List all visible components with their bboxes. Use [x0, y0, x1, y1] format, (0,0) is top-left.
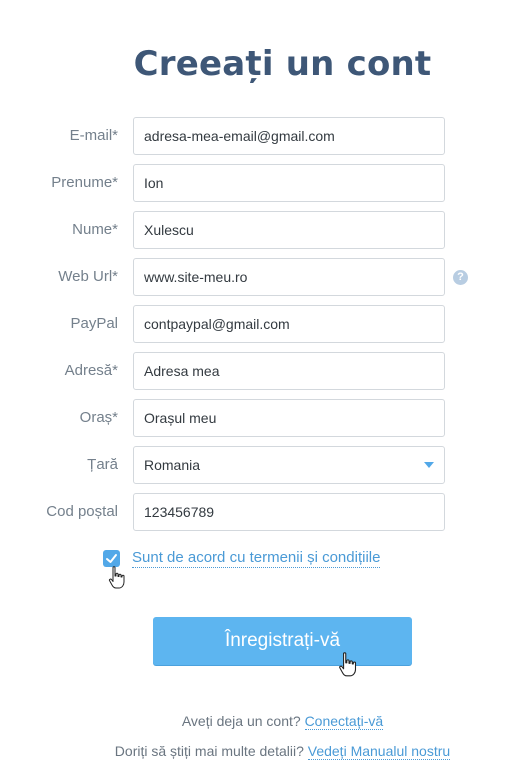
checkmark-icon	[106, 554, 117, 563]
paypal-row: PayPal contpaypal@gmail.com	[0, 305, 521, 343]
question-icon[interactable]: ?	[453, 270, 468, 285]
login-prompt: Aveți deja un cont?	[181, 713, 301, 729]
terms-link[interactable]: Sunt de acord cu termenii și condițiile	[132, 549, 381, 568]
email-row: E-mail* adresa-mea-email@gmail.com	[0, 117, 521, 155]
city-row: Oraș* Orașul meu	[0, 399, 521, 437]
web-url-label: Web Url*	[58, 268, 118, 285]
last-name-row: Nume* Xulescu	[0, 211, 521, 249]
address-field[interactable]: Adresa mea	[133, 352, 445, 390]
first-name-field[interactable]: Ion	[133, 164, 445, 202]
hand-cursor-icon	[339, 652, 357, 677]
hand-cursor-icon	[108, 566, 125, 589]
terms-checkbox[interactable]	[103, 550, 120, 567]
manual-prompt-line: Doriți să știți mai multe detalii? Vedeț…	[0, 743, 521, 760]
address-label: Adresă*	[64, 362, 118, 379]
manual-link[interactable]: Vedeți Manualul nostru	[307, 743, 451, 760]
postal-code-row: Cod poștal 123456789	[0, 493, 521, 531]
first-name-row: Prenume* Ion	[0, 164, 521, 202]
page-title: Creeați un cont	[133, 44, 432, 84]
last-name-field[interactable]: Xulescu	[133, 211, 445, 249]
email-label: E-mail*	[69, 127, 118, 144]
city-label: Oraș*	[79, 409, 118, 426]
manual-prompt: Doriți să știți mai multe detalii?	[114, 743, 304, 759]
paypal-field[interactable]: contpaypal@gmail.com	[133, 305, 445, 343]
postal-code-label: Cod poștal	[46, 503, 118, 520]
first-name-label: Prenume*	[51, 174, 118, 191]
address-row: Adresă* Adresa mea	[0, 352, 521, 390]
web-url-row: Web Url* www.site-meu.ro	[0, 258, 521, 296]
last-name-label: Nume*	[72, 221, 118, 238]
postal-code-field[interactable]: 123456789	[133, 493, 445, 531]
email-field[interactable]: adresa-mea-email@gmail.com	[133, 117, 445, 155]
login-link[interactable]: Conectați-vă	[304, 713, 384, 730]
country-label: Țară	[87, 456, 118, 473]
country-row: Țară Romania	[0, 446, 521, 484]
login-prompt-line: Aveți deja un cont? Conectați-vă	[0, 713, 521, 730]
country-select[interactable]: Romania	[133, 446, 445, 484]
web-url-field[interactable]: www.site-meu.ro	[133, 258, 445, 296]
paypal-label: PayPal	[70, 315, 118, 332]
chevron-down-icon[interactable]	[424, 462, 434, 468]
city-field[interactable]: Orașul meu	[133, 399, 445, 437]
register-button[interactable]: Înregistrați-vă	[153, 617, 412, 665]
